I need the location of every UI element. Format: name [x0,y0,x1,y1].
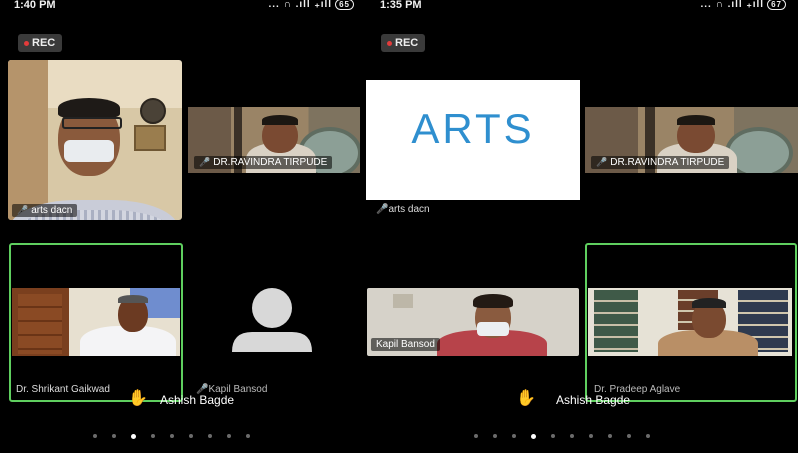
page-indicator[interactable] [474,434,650,439]
raised-hand-icon: ✋ [128,390,148,407]
avatar-tile-kapil-bansod[interactable] [186,248,358,398]
rec-badge[interactable]: REC [18,34,63,52]
participant-label-kapil: Kapil Bansod [371,338,440,351]
participant-name: DR.RAVINDRA TIRPUDE [610,157,725,168]
status-icons: ... ∩ .ıll ₊ıll 67 [700,0,786,10]
video-tile-kapil-bansod[interactable]: Kapil Bansod [367,288,579,356]
page-dot[interactable] [112,434,116,438]
video-tile-pradeep-aglave[interactable] [588,288,792,356]
raised-hand-icon: ✋ [516,390,536,407]
page-dot[interactable] [493,434,497,438]
page-dot[interactable] [627,434,631,438]
mic-icon: 🎤 [199,157,211,167]
page-indicator[interactable] [93,434,250,439]
participant-label-arts-dacn: 🎤arts dacn [376,204,430,215]
status-bar: 1:35 PM ... ∩ .ıll ₊ıll 67 [366,0,798,14]
page-dot[interactable] [93,434,97,438]
status-bar: 1:40 PM ... ∩ .ıll ₊ıll 65 [0,0,366,14]
page-dot[interactable] [570,434,574,438]
battery-icon: 67 [767,0,786,10]
status-icons: ... ∩ .ıll ₊ıll 65 [268,0,354,10]
battery-icon: 65 [335,0,354,10]
participant-label-arts-dacn: 🎤arts dacn [12,204,78,217]
page-dot[interactable] [551,434,555,438]
page-dot[interactable] [151,434,155,438]
mic-icon: 🎤 [17,205,29,215]
mic-icon: 🎤 [596,157,608,167]
page-dot[interactable] [589,434,593,438]
participant-label-ravindra: 🎤 DR.RAVINDRA TIRPUDE [194,156,333,169]
page-dot-active[interactable] [131,434,136,439]
rec-badge[interactable]: REC [381,34,426,52]
signal-icons: ... ∩ .ıll ₊ıll [268,0,333,10]
video-tile-shrikant-gaikwad[interactable] [12,288,180,356]
avatar-placeholder-icon [232,288,312,352]
raised-hand-name: Ashish Bagde [556,393,631,407]
video-tile-arts-logo[interactable]: ARTS [366,80,580,200]
participant-name: Kapil Bansod [376,339,435,350]
page-dot[interactable] [246,434,250,438]
page-dot[interactable] [170,434,174,438]
meeting-screen-1: 1:40 PM ... ∩ .ıll ₊ıll 65 REC 🎤 arts dacn… [0,0,366,453]
page-dot[interactable] [189,434,193,438]
page-dot[interactable] [512,434,516,438]
participant-name: DR.RAVINDRA TIRPUDE [213,157,328,168]
status-time: 1:35 PM [380,0,422,11]
status-time: 1:40 PM [14,0,56,11]
participant-name: arts dacn [31,205,73,216]
meeting-screen-2: 1:35 PM ... ∩ .ıll ₊ıll 67 REC ARTS 🎤arts… [366,0,798,453]
signal-icons: ... ∩ .ıll ₊ıll [700,0,765,10]
participant-label-shrikant: Dr. Shrikant Gaikwad [16,384,110,395]
page-dot[interactable] [646,434,650,438]
raised-hand-name: Ashish Bagde [160,393,235,407]
page-dot[interactable] [208,434,212,438]
page-dot[interactable] [227,434,231,438]
page-dot-active[interactable] [531,434,536,439]
participant-name: arts dacn [388,204,430,215]
video-tile-ravindra-tirpude[interactable]: 🎤 DR.RAVINDRA TIRPUDE [188,107,360,173]
video-tile-ravindra-tirpude[interactable]: 🎤 DR.RAVINDRA TIRPUDE [585,107,798,173]
arts-logo: ARTS [411,105,535,152]
mic-icon: 🎤 [376,204,389,215]
page-dot[interactable] [474,434,478,438]
video-tile-arts-dacn[interactable]: 🎤 arts dacn [8,60,182,220]
page-dot[interactable] [608,434,612,438]
participant-label-ravindra: 🎤 DR.RAVINDRA TIRPUDE [591,156,730,169]
